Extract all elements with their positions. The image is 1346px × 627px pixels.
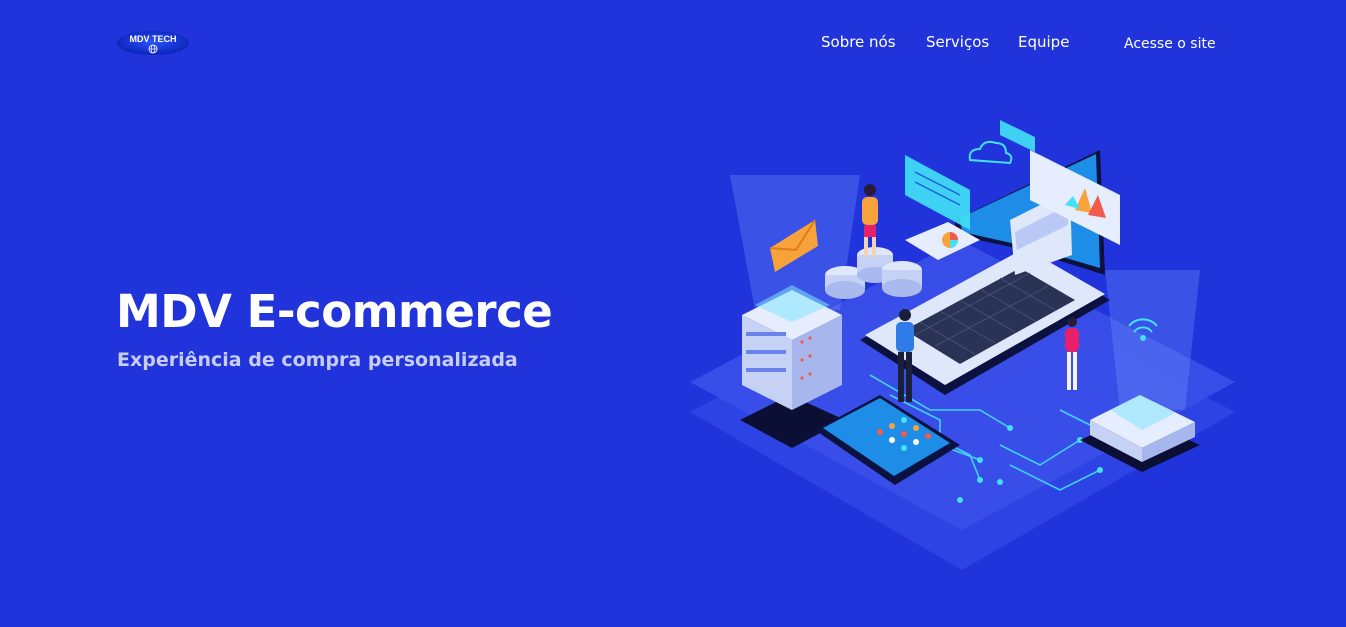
hero-title: MDV E-commerce	[116, 285, 553, 338]
cloud-icon	[968, 140, 1013, 165]
pie-chart-icon	[942, 232, 958, 248]
nav-link-equipe[interactable]: Equipe	[1018, 33, 1069, 51]
nav-link-servicos[interactable]: Serviços	[926, 33, 989, 51]
visit-site-link[interactable]: Acesse o site	[1124, 35, 1216, 53]
hero-subtitle: Experiência de compra personalizada	[117, 349, 518, 371]
floating-panel-blue	[905, 155, 970, 230]
hero-illustration	[690, 120, 1235, 570]
main-nav: Sobre nós Serviços Equipe Acesse o site	[0, 33, 1346, 53]
person-standing	[862, 184, 878, 257]
nav-link-sobre[interactable]: Sobre nós	[821, 33, 896, 51]
